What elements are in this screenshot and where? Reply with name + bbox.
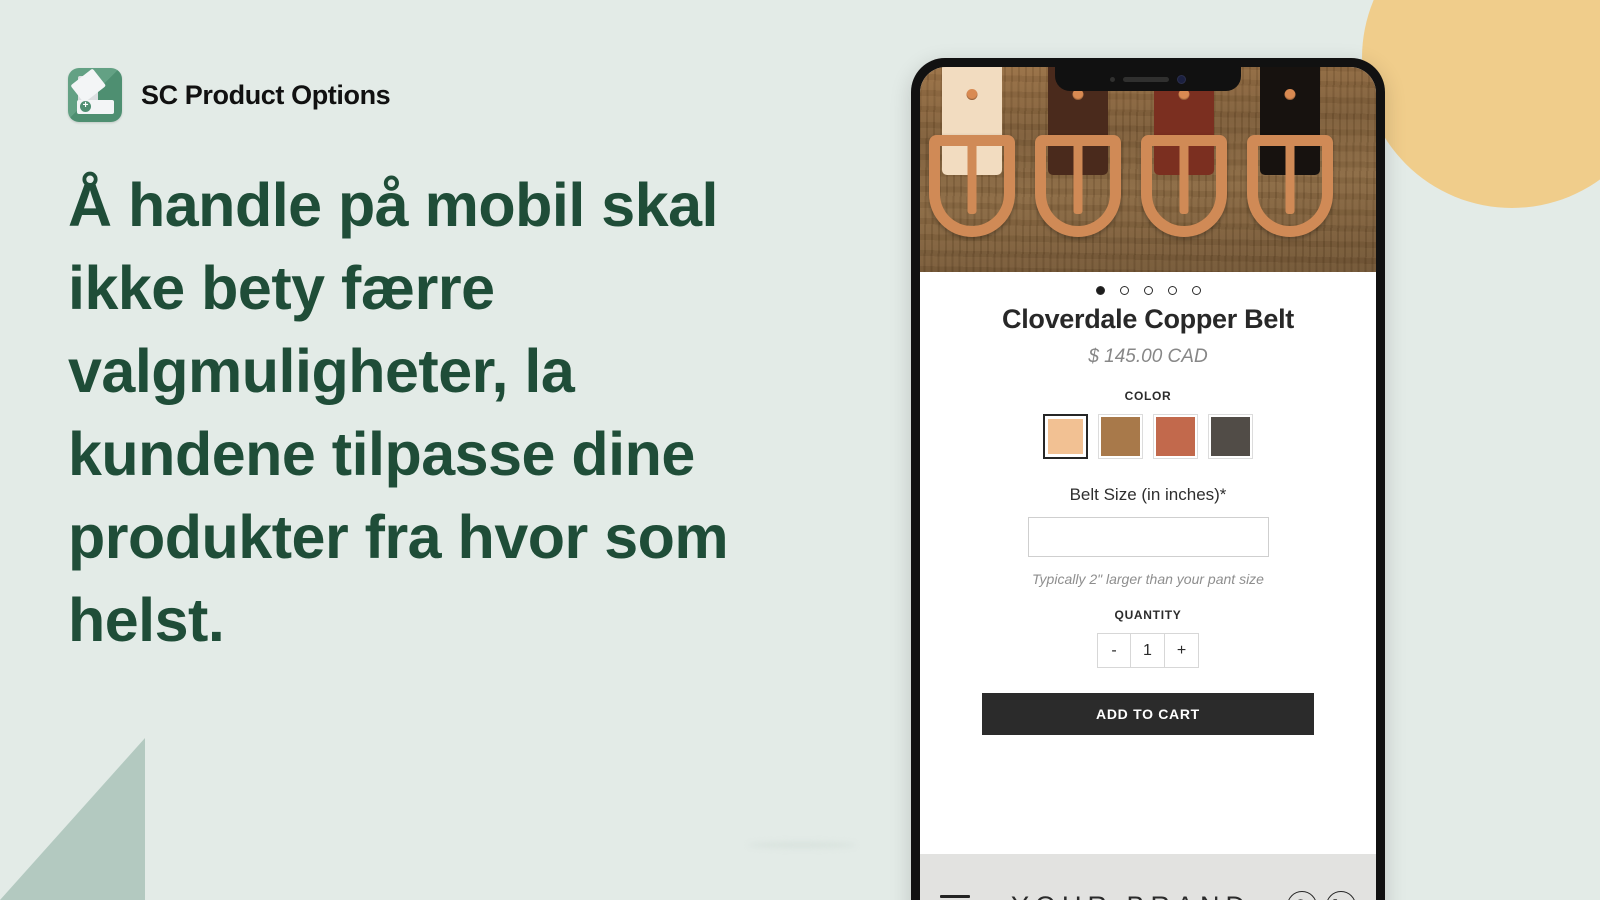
color-swatch-medium-brown[interactable] <box>1098 414 1143 459</box>
add-to-cart-button[interactable]: ADD TO CART <box>982 693 1314 735</box>
belt-size-help-text: Typically 2" larger than your pant size <box>1032 571 1264 587</box>
carousel-dot-1[interactable] <box>1095 286 1105 295</box>
color-swatch-dark-charcoal[interactable] <box>1208 414 1253 459</box>
decorative-triangle <box>0 738 145 900</box>
hamburger-menu-icon[interactable] <box>940 894 970 900</box>
phone-screen: Cloverdale Copper Belt $ 145.00 CAD COLO… <box>920 67 1376 900</box>
carousel-dot-5[interactable] <box>1191 286 1201 295</box>
product-options-logo-icon: + <box>68 68 122 122</box>
carousel-dot-3[interactable] <box>1143 286 1153 295</box>
brand-header: + SC Product Options <box>68 68 858 122</box>
phone-notch <box>1055 67 1241 91</box>
image-carousel-dots[interactable] <box>920 272 1376 299</box>
phone-mockup: Cloverdale Copper Belt $ 145.00 CAD COLO… <box>911 58 1385 900</box>
belt-size-label: Belt Size (in inches)* <box>1069 485 1227 504</box>
color-option-label: COLOR <box>1124 389 1172 403</box>
quantity-stepper[interactable]: - 1 + <box>920 633 1376 668</box>
plus-badge-icon: + <box>80 101 91 112</box>
quantity-increment-button[interactable]: + <box>1165 633 1199 668</box>
shopping-cart-icon[interactable] <box>1326 891 1356 900</box>
page-title: Å handle på mobil skal ikke bety færre v… <box>68 171 729 654</box>
promo-content: + SC Product Options Å handle på mobil s… <box>68 68 858 662</box>
belt-size-input[interactable] <box>1027 517 1269 557</box>
quantity-decrement-button[interactable]: - <box>1097 633 1131 668</box>
front-camera-icon <box>1177 74 1186 84</box>
store-name: YOUR BRAND <box>970 891 1278 900</box>
decorative-circle <box>1362 0 1600 208</box>
color-swatch-group[interactable] <box>920 414 1376 459</box>
search-icon[interactable] <box>1287 891 1317 900</box>
quantity-label: QUANTITY <box>1114 608 1182 622</box>
carousel-dot-4[interactable] <box>1167 286 1177 295</box>
store-header-bar: YOUR BRAND <box>920 854 1376 900</box>
color-swatch-rust[interactable] <box>1153 414 1198 459</box>
quantity-value[interactable]: 1 <box>1131 633 1165 668</box>
color-swatch-natural-tan[interactable] <box>1043 414 1088 459</box>
product-title: Cloverdale Copper Belt <box>1002 304 1294 334</box>
decorative-shadow <box>748 842 856 848</box>
carousel-dot-2[interactable] <box>1119 286 1129 295</box>
product-price: $ 145.00 CAD <box>1088 346 1208 367</box>
product-image[interactable] <box>920 67 1376 272</box>
app-name: SC Product Options <box>141 79 391 110</box>
